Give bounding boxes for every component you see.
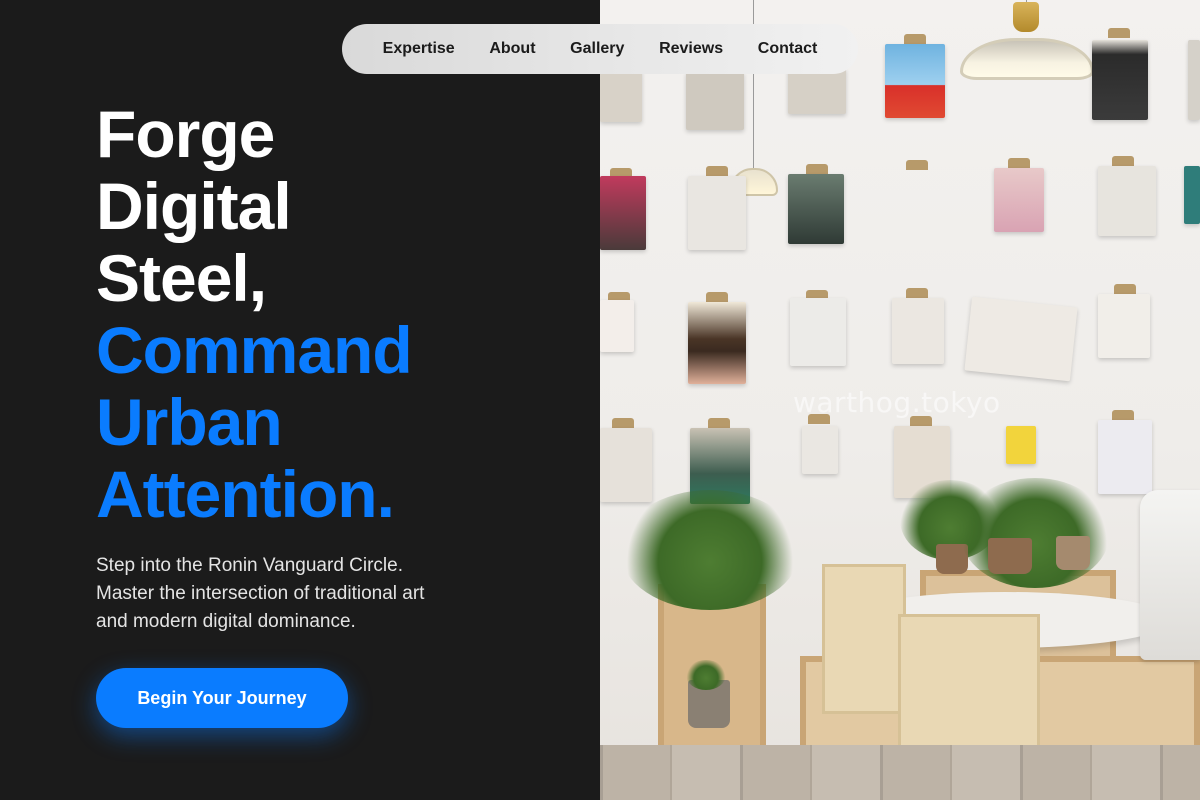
open-magazine xyxy=(964,296,1078,382)
photo-watermark: warthog.tokyo xyxy=(793,386,1001,419)
subtext-line: Step into the Ronin Vanguard Circle. xyxy=(96,555,403,576)
main-nav: Expertise About Gallery Reviews Contact xyxy=(342,24,858,74)
hero-headline: Forge Digital Steel, Command Urban Atten… xyxy=(96,98,576,530)
clipboard-clip xyxy=(1112,410,1134,420)
wooden-chair xyxy=(822,564,906,714)
plant-pot xyxy=(988,538,1032,574)
clipboard-magazine xyxy=(885,44,945,118)
clipboard-magazine xyxy=(788,174,844,244)
hero-panel: Forge Digital Steel, Command Urban Atten… xyxy=(0,0,600,800)
hero-photo: warthog.tokyo xyxy=(600,0,1200,800)
clipboard-clip xyxy=(906,288,928,298)
wood-floor xyxy=(600,745,1200,800)
nav-link-expertise[interactable]: Expertise xyxy=(383,40,455,58)
nav-link-reviews[interactable]: Reviews xyxy=(659,40,723,58)
clipboard-magazine xyxy=(688,176,746,250)
cactus xyxy=(686,660,726,690)
white-scale xyxy=(1140,490,1200,660)
hero-subtext: Step into the Ronin Vanguard Circle. Mas… xyxy=(96,552,496,636)
headline-line-accent: Urban xyxy=(96,385,283,459)
clipboard-clip xyxy=(904,34,926,44)
clipboard-magazine xyxy=(600,300,634,352)
clipboard-magazine xyxy=(1188,40,1200,120)
clipboard-magazine xyxy=(994,168,1044,232)
clipboard-magazine xyxy=(600,70,642,122)
clipboard-magazine xyxy=(892,298,944,364)
clipboard-clip xyxy=(1108,28,1130,38)
headline-line: Forge xyxy=(96,97,275,171)
nav-link-about[interactable]: About xyxy=(489,40,535,58)
hanging-plant xyxy=(620,490,800,610)
clipboard-clip xyxy=(706,166,728,176)
headline-line-accent: Attention. xyxy=(96,457,395,531)
clipboard-magazine xyxy=(688,302,746,384)
clipboard-clip xyxy=(806,164,828,174)
headline-line: Steel, xyxy=(96,241,267,315)
headline-line-accent: Command xyxy=(96,313,413,387)
clipboard-clip xyxy=(612,418,634,428)
clipboard-clip xyxy=(1112,156,1134,166)
clipboard-clip xyxy=(708,418,730,428)
clipboard-magazine xyxy=(788,68,846,114)
begin-journey-button[interactable]: Begin Your Journey xyxy=(96,668,348,728)
clipboard-clip xyxy=(906,160,928,170)
subtext-line: and modern digital dominance. xyxy=(96,611,356,632)
clipboard-magazine xyxy=(1098,420,1152,494)
clipboard-magazine xyxy=(790,298,846,366)
pendant-lamp-cap xyxy=(1013,2,1039,32)
plant-pot xyxy=(1056,536,1090,570)
clipboard-magazine xyxy=(1098,166,1156,236)
headline-line: Digital xyxy=(96,169,292,243)
clipboard-magazine xyxy=(600,428,652,502)
clipboard-clip xyxy=(1114,284,1136,294)
subtext-line: Master the intersection of traditional a… xyxy=(96,583,425,604)
clipboard-magazine xyxy=(600,176,646,250)
clipboard-clip xyxy=(1008,158,1030,168)
nav-link-gallery[interactable]: Gallery xyxy=(570,40,624,58)
clipboard-clip xyxy=(706,292,728,302)
clipboard-magazine xyxy=(802,426,838,474)
nav-link-contact[interactable]: Contact xyxy=(758,40,818,58)
clipboard-magazine xyxy=(1184,166,1200,224)
clipboard-magazine xyxy=(1006,426,1036,464)
potted-plant xyxy=(960,478,1110,588)
clipboard-magazine xyxy=(1098,294,1150,358)
clipboard-magazine xyxy=(686,72,744,130)
clipboard-magazine xyxy=(1092,40,1148,120)
